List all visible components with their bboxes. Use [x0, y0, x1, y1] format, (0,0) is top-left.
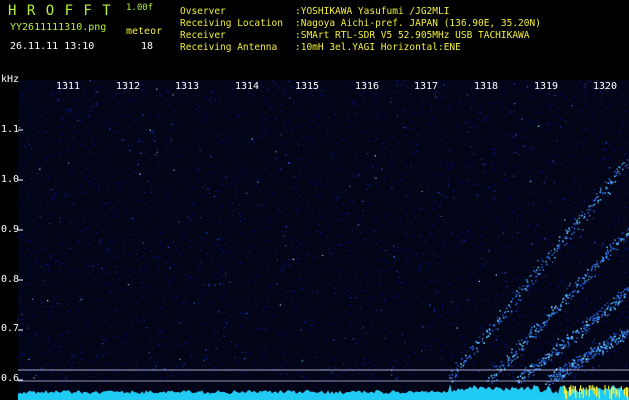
info-value: :YOSHIKAWA Yasufumi /JG2MLI: [295, 6, 450, 17]
y-tick-label: 1.1: [1, 124, 20, 135]
y-tick-label: 0.6: [1, 373, 20, 384]
y-tick-label: 1.0: [1, 174, 20, 185]
info-label: Receiving Location: [180, 18, 283, 29]
x-tick-label: 1311: [56, 81, 81, 92]
info-label: Receiving Antenna: [180, 42, 278, 53]
y-tick-label: 0.7: [1, 323, 20, 334]
image-filename: YY2611111310.png: [10, 22, 107, 33]
y-tick-label: 0.9: [1, 224, 20, 235]
meteor-count: 18: [141, 41, 154, 52]
x-tick-label: 1316: [355, 81, 380, 92]
mode-label: meteor: [126, 26, 163, 37]
x-tick-label: 1320: [593, 81, 618, 92]
x-tick-label: 1312: [116, 81, 141, 92]
spectrogram: [18, 80, 629, 400]
app-version: 1.00f: [126, 3, 154, 13]
y-tick-label: 0.8: [1, 274, 20, 285]
datetime-label: 26.11.11 13:10: [10, 41, 95, 52]
info-label: Ovserver: [180, 6, 226, 17]
y-axis-unit: kHz: [1, 74, 20, 85]
x-tick-label: 1314: [235, 81, 260, 92]
x-tick-label: 1315: [295, 81, 320, 92]
x-tick-label: 1317: [414, 81, 439, 92]
info-value: :Nagoya Aichi-pref. JAPAN (136.90E, 35.2…: [295, 18, 541, 29]
app-logo: H R O F F T: [8, 3, 112, 19]
x-tick-label: 1318: [474, 81, 499, 92]
info-value: :10mH 3el.YAGI Horizontal:ENE: [295, 42, 461, 53]
x-tick-label: 1313: [175, 81, 200, 92]
info-label: Receiver: [180, 30, 226, 41]
info-value: :SMArt RTL-SDR V5 52.905MHz USB TACHIKAW…: [295, 30, 530, 41]
hrofft-window: H R O F F T 1.00f YY2611111310.png meteo…: [0, 0, 629, 400]
x-tick-label: 1319: [534, 81, 559, 92]
